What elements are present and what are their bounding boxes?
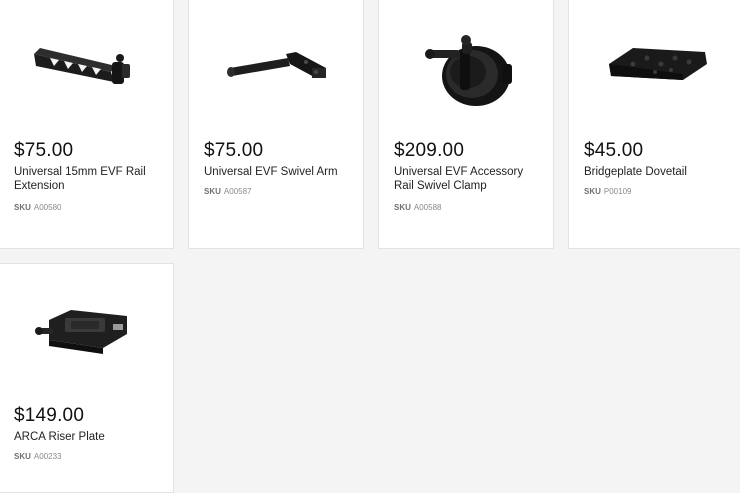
- product-sku: SKU P00109: [584, 187, 631, 197]
- product-name[interactable]: Bridgeplate Dovetail: [584, 165, 719, 179]
- product-price: $75.00: [204, 140, 264, 161]
- product-card-evf-rail-extension[interactable]: $75.00 Universal 15mm EVF Rail Extension…: [0, 0, 174, 249]
- product-name[interactable]: Universal EVF Swivel Arm: [204, 165, 339, 179]
- product-name[interactable]: Universal 15mm EVF Rail Extension: [14, 165, 149, 193]
- product-sku: SKU A00588: [394, 203, 441, 213]
- product-price: $75.00: [14, 140, 74, 161]
- sku-value: A00580: [33, 203, 62, 212]
- sku-value: A00587: [223, 187, 252, 196]
- product-name[interactable]: Universal EVF Accessory Rail Swivel Clam…: [394, 165, 529, 193]
- sku-label: SKU: [14, 203, 31, 212]
- product-name[interactable]: ARCA Riser Plate: [14, 430, 149, 444]
- product-sku: SKU A00233: [14, 452, 61, 462]
- sku-label: SKU: [584, 187, 601, 196]
- product-card-bridgeplate-dovetail[interactable]: $45.00 Bridgeplate Dovetail SKU P00109: [568, 0, 740, 249]
- product-price: $149.00: [14, 405, 85, 426]
- arca-riser-plate-image[interactable]: [0, 264, 173, 394]
- sku-value: P00109: [603, 187, 632, 196]
- sku-label: SKU: [394, 203, 411, 212]
- sku-value: A00588: [413, 203, 442, 212]
- product-sku: SKU A00580: [14, 203, 61, 213]
- product-card-arca-riser-plate[interactable]: $149.00 ARCA Riser Plate SKU A00233: [0, 263, 174, 493]
- product-sku: SKU A00587: [204, 187, 251, 197]
- evf-rail-extension-image[interactable]: [0, 0, 173, 129]
- dovetail-plate-image[interactable]: [569, 0, 740, 129]
- product-card-swivel-clamp[interactable]: $209.00 Universal EVF Accessory Rail Swi…: [378, 0, 554, 249]
- product-price: $45.00: [584, 140, 644, 161]
- product-card-evf-swivel-arm[interactable]: $75.00 Universal EVF Swivel Arm SKU A0058…: [188, 0, 364, 249]
- product-price: $209.00: [394, 140, 465, 161]
- sku-label: SKU: [14, 452, 31, 461]
- sku-value: A00233: [33, 452, 62, 461]
- sku-label: SKU: [204, 187, 221, 196]
- evf-swivel-arm-image[interactable]: [189, 0, 363, 129]
- swivel-clamp-image[interactable]: [379, 0, 553, 129]
